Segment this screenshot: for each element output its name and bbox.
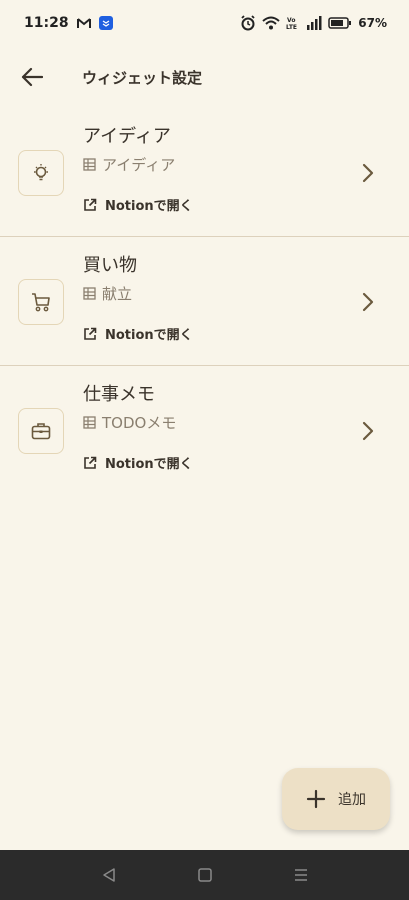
nav-home-button[interactable] — [193, 863, 217, 887]
external-link-icon — [84, 327, 97, 340]
widget-title: 仕事メモ — [83, 384, 155, 405]
widget-item[interactable]: 仕事メモ TODOメモ Notionで開く — [0, 366, 409, 495]
square-home-icon — [197, 868, 212, 882]
table-icon — [83, 158, 96, 171]
back-button[interactable] — [10, 55, 54, 99]
lightbulb-icon — [18, 150, 64, 196]
widget-title: 買い物 — [83, 255, 137, 276]
volte-icon: Vo LTE — [286, 16, 300, 30]
menu-icon — [294, 869, 307, 881]
briefcase-icon — [18, 408, 64, 454]
status-time: 11:28 — [24, 15, 69, 31]
widget-database: TODOメモ — [83, 412, 176, 433]
widget-item[interactable]: アイディア アイディア Notionで開く — [0, 108, 409, 237]
add-widget-label: 追加 — [338, 792, 366, 808]
dropbox-icon — [98, 16, 113, 30]
wifi-icon — [262, 16, 280, 30]
open-in-notion-label: Notionで開く — [105, 199, 193, 214]
open-in-notion-link[interactable]: Notionで開く — [83, 324, 193, 343]
widget-database: 献立 — [83, 283, 132, 304]
nav-menu-button[interactable] — [289, 863, 313, 887]
widget-item[interactable]: 買い物 献立 Notionで開く — [0, 237, 409, 366]
nav-back-button[interactable] — [97, 863, 121, 887]
alarm-icon — [240, 15, 256, 31]
app-bar: ウィジェット設定 — [0, 52, 409, 102]
widget-database-name: 献立 — [102, 285, 133, 303]
add-widget-button[interactable]: 追加 — [282, 768, 390, 830]
arrow-left-icon — [21, 67, 43, 87]
widget-list: アイディア アイディア Notionで開く 買い物 献立 Notionで開く 仕… — [0, 108, 409, 495]
widget-database-name: アイディア — [102, 156, 176, 174]
widget-title: アイディア — [83, 126, 171, 147]
chevron-right-icon[interactable] — [361, 420, 375, 442]
plus-icon — [306, 789, 326, 809]
widget-database: アイディア — [83, 154, 175, 175]
triangle-back-icon — [102, 868, 115, 882]
svg-text:LTE: LTE — [286, 24, 297, 30]
widget-database-name: TODOメモ — [102, 414, 177, 432]
external-link-icon — [84, 198, 97, 211]
battery-icon — [328, 17, 352, 29]
battery-level: 67% — [358, 16, 387, 30]
open-in-notion-label: Notionで開く — [105, 328, 193, 343]
chevron-right-icon[interactable] — [361, 162, 375, 184]
table-icon — [83, 416, 96, 429]
gmail-icon — [76, 17, 91, 29]
open-in-notion-label: Notionで開く — [105, 457, 193, 472]
status-bar: 11:28 Vo LTE 67% — [0, 0, 409, 46]
svg-text:Vo: Vo — [287, 17, 295, 24]
open-in-notion-link[interactable]: Notionで開く — [83, 195, 193, 214]
system-nav-bar — [0, 850, 409, 900]
external-link-icon — [84, 456, 97, 469]
signal-icon — [306, 16, 322, 30]
cart-icon — [18, 279, 64, 325]
chevron-right-icon[interactable] — [361, 291, 375, 313]
page-title: ウィジェット設定 — [82, 68, 203, 87]
table-icon — [83, 287, 96, 300]
open-in-notion-link[interactable]: Notionで開く — [83, 453, 193, 472]
